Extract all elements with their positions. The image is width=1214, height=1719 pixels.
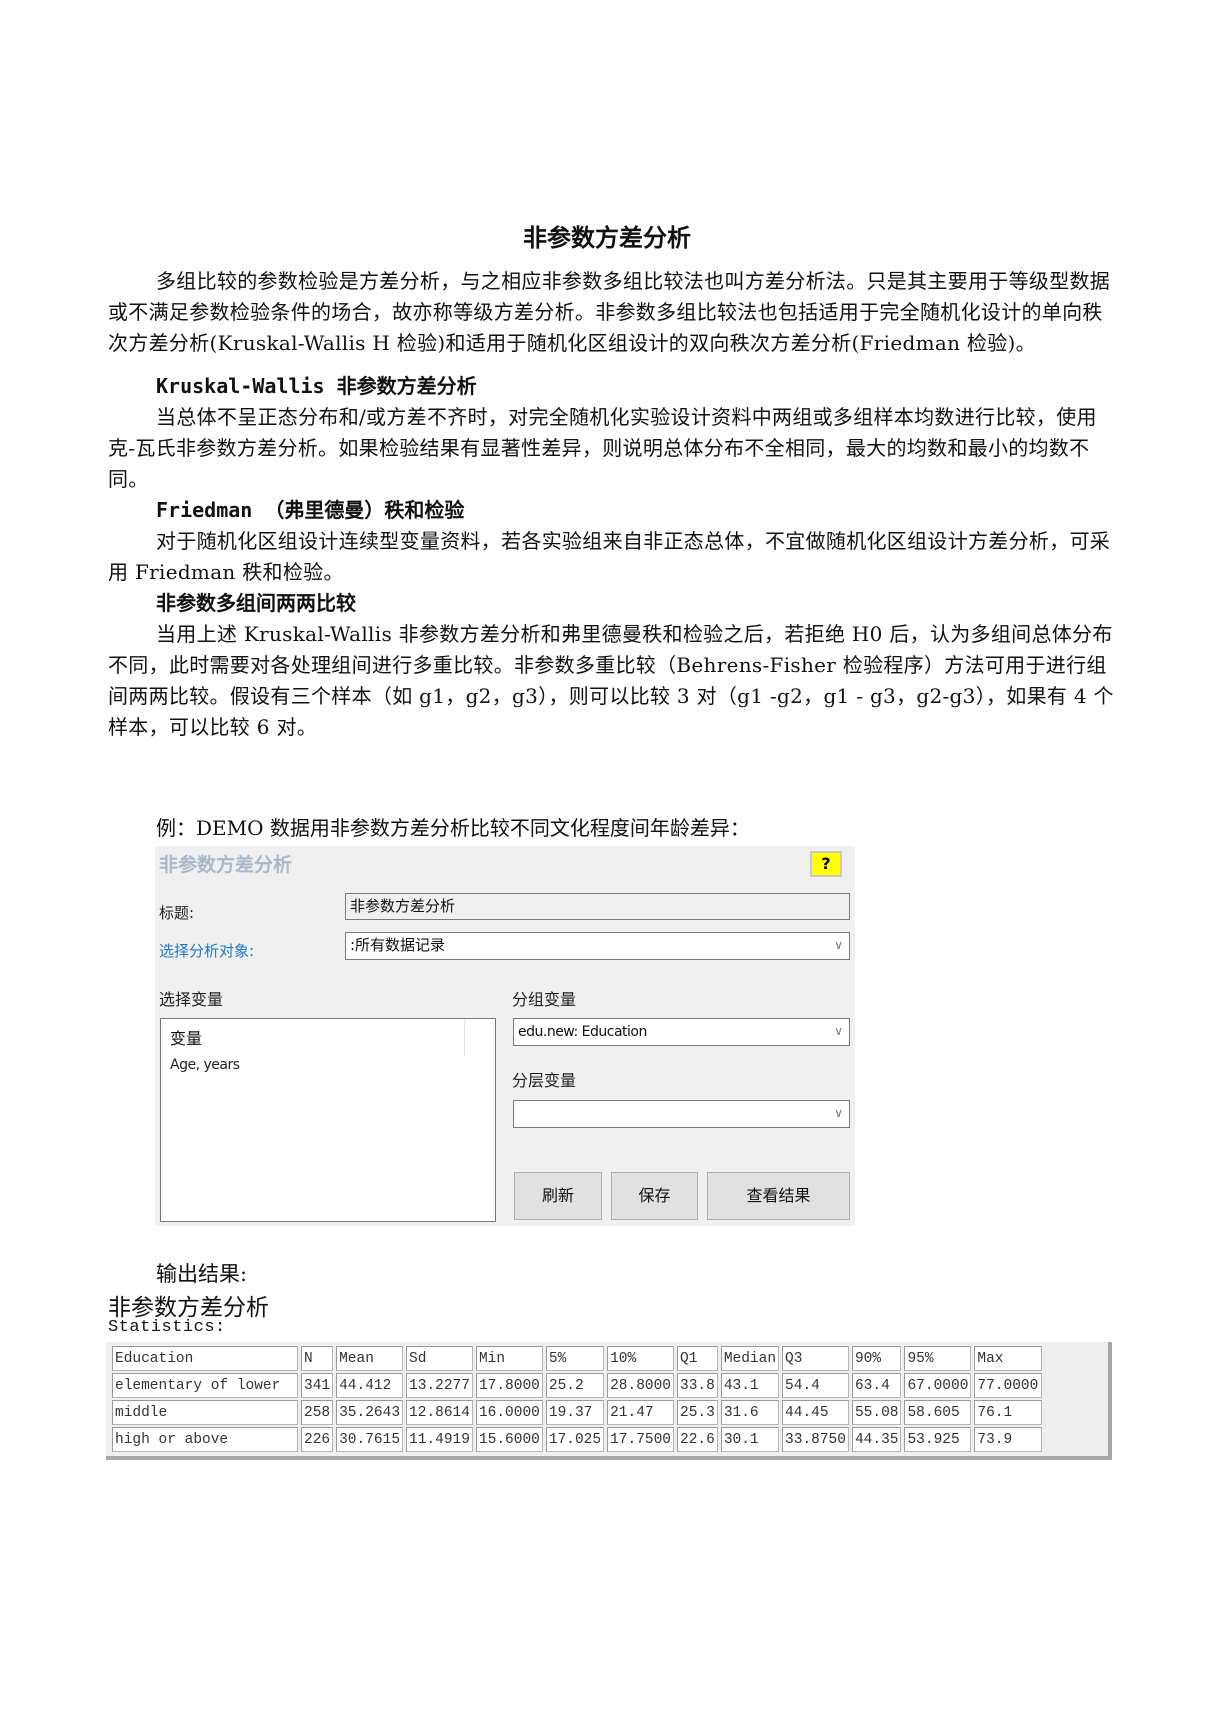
header-cell: Education xyxy=(112,1346,298,1371)
table-cell: 22.6 xyxy=(677,1427,718,1452)
table-cell: 67.0000 xyxy=(904,1373,972,1398)
table-cell: 17.7500 xyxy=(607,1427,675,1452)
target-label[interactable]: 选择分析对象: xyxy=(159,940,254,961)
header-cell: N xyxy=(301,1346,334,1371)
table-cell: 12.8614 xyxy=(406,1400,473,1425)
table-cell: 53.925 xyxy=(904,1427,972,1452)
table-cell: 21.47 xyxy=(607,1400,675,1425)
table-cell: 13.2277 xyxy=(406,1373,473,1398)
nonparametric-anova-dialog: 非参数方差分析 ? 标题: 非参数方差分析 选择分析对象: :所有数据记录 ∨ … xyxy=(155,846,855,1226)
table-cell: 25.3 xyxy=(677,1400,718,1425)
table-cell: 73.9 xyxy=(974,1427,1043,1452)
intro-paragraph: 多组比较的参数检验是方差分析，与之相应非参数多组比较法也叫方差分析法。只是其主要… xyxy=(108,269,1111,355)
output-title: 非参数方差分析 xyxy=(108,1295,269,1321)
chevron-down-icon[interactable]: ∨ xyxy=(834,1019,843,1043)
table-cell: 63.4 xyxy=(851,1373,902,1398)
table-cell: 19.37 xyxy=(545,1400,605,1425)
help-button[interactable]: ? xyxy=(810,851,842,877)
table-cell: 58.605 xyxy=(904,1400,972,1425)
title-field-label: 标题: xyxy=(159,904,195,922)
statistics-label: Statistics: xyxy=(108,1318,226,1337)
statistics-table-container: Education N Mean Sd Min 5% 10% Q1 Median Q3 90% 95%… xyxy=(106,1342,1112,1460)
table-row: elementary of lower 341 44.412 13.2277 17.80… xyxy=(112,1373,1043,1398)
section-heading-friedman: Friedman （弗里德曼）秩和检验 xyxy=(156,495,464,526)
table-cell: 33.8750 xyxy=(782,1427,849,1452)
table-cell: elementary of lower xyxy=(112,1373,298,1398)
refresh-button[interactable]: 刷新 xyxy=(514,1172,602,1220)
variables-list-header: 变量 xyxy=(170,1029,203,1048)
table-cell: 77.0000 xyxy=(974,1373,1043,1398)
heading-cn: （弗里德曼）秩和检验 xyxy=(264,498,465,522)
header-cell: 95% xyxy=(904,1346,972,1371)
variables-label: 选择变量 xyxy=(159,990,224,1009)
view-results-button[interactable]: 查看结果 xyxy=(707,1172,850,1220)
title-input[interactable]: 非参数方差分析 xyxy=(345,893,850,920)
section-heading-kruskal: Kruskal-Wallis 非参数方差分析 xyxy=(156,371,477,402)
table-cell: 11.4919 xyxy=(406,1427,473,1452)
target-select[interactable]: :所有数据记录 ∨ xyxy=(345,932,850,960)
heading-cn: 非参数多组间两两比较 xyxy=(156,591,356,615)
header-cell: Q3 xyxy=(782,1346,849,1371)
header-cell: Median xyxy=(720,1346,780,1371)
section-body-pairwise: 当用上述 Kruskal-Wallis 非参数方差分析和弗里德曼秩和检验之后，若… xyxy=(108,622,1114,739)
strata-variable-select[interactable]: ∨ xyxy=(513,1100,850,1128)
group-variable-label: 分组变量 xyxy=(512,990,577,1009)
table-cell: middle xyxy=(112,1400,298,1425)
header-cell: Min xyxy=(475,1346,543,1371)
table-cell: 226 xyxy=(301,1427,334,1452)
header-cell: 5% xyxy=(545,1346,605,1371)
chevron-down-icon[interactable]: ∨ xyxy=(834,933,843,957)
section-body-friedman: 对于随机化区组设计连续型变量资料，若各实验组来自非正态总体，不宜做随机化区组设计… xyxy=(108,529,1111,584)
table-row: high or above 226 30.7615 11.4919 15.6000 17.… xyxy=(112,1427,1043,1452)
output-label: 输出结果: xyxy=(156,1262,248,1286)
table-cell: 44.412 xyxy=(336,1373,404,1398)
example-caption: 例：DEMO 数据用非参数方差分析比较不同文化程度间年龄差异： xyxy=(156,816,750,840)
chevron-down-icon[interactable]: ∨ xyxy=(834,1101,843,1125)
dialog-title: 非参数方差分析 xyxy=(159,854,293,876)
section-heading-pairwise: 非参数多组间两两比较 xyxy=(156,588,356,619)
table-cell: 31.6 xyxy=(720,1400,780,1425)
header-cell: Sd xyxy=(406,1346,473,1371)
table-cell: 17.025 xyxy=(545,1427,605,1452)
heading-cn: 非参数方差分析 xyxy=(336,374,477,398)
target-select-value: :所有数据记录 xyxy=(350,936,446,954)
table-cell: 15.6000 xyxy=(475,1427,543,1452)
heading-latin: Kruskal-Wallis xyxy=(156,374,337,398)
statistics-table: Education N Mean Sd Min 5% 10% Q1 Median Q3 90% 95%… xyxy=(109,1344,1045,1454)
table-cell: 54.4 xyxy=(782,1373,849,1398)
table-cell: 17.8000 xyxy=(475,1373,543,1398)
table-cell: 35.2643 xyxy=(336,1400,404,1425)
table-cell: 43.1 xyxy=(720,1373,780,1398)
strata-variable-label: 分层变量 xyxy=(512,1071,577,1090)
table-cell: 30.1 xyxy=(720,1427,780,1452)
table-header-row: Education N Mean Sd Min 5% 10% Q1 Median Q3 90% 95%… xyxy=(112,1346,1043,1371)
header-cell: Mean xyxy=(336,1346,404,1371)
table-cell: 16.0000 xyxy=(475,1400,543,1425)
table-cell: 33.8 xyxy=(677,1373,718,1398)
table-cell: high or above xyxy=(112,1427,298,1452)
list-item[interactable]: Age, years xyxy=(170,1057,240,1073)
table-cell: 44.35 xyxy=(851,1427,902,1452)
save-button[interactable]: 保存 xyxy=(611,1172,698,1220)
table-cell: 44.45 xyxy=(782,1400,849,1425)
table-row: middle 258 35.2643 12.8614 16.0000 19.37 21.47… xyxy=(112,1400,1043,1425)
heading-latin: Friedman xyxy=(156,498,265,522)
header-cell: 10% xyxy=(607,1346,675,1371)
variables-listbox[interactable]: 变量 Age, years xyxy=(160,1018,496,1222)
group-variable-value: edu.new: Education xyxy=(518,1024,647,1040)
table-cell: 30.7615 xyxy=(336,1427,404,1452)
header-cell: Q1 xyxy=(677,1346,718,1371)
table-cell: 258 xyxy=(301,1400,334,1425)
column-divider xyxy=(464,1019,465,1055)
page-title: 非参数方差分析 xyxy=(523,224,691,252)
header-cell: Max xyxy=(974,1346,1043,1371)
table-cell: 25.2 xyxy=(545,1373,605,1398)
table-cell: 28.8000 xyxy=(607,1373,675,1398)
section-body-kruskal: 当总体不呈正态分布和/或方差不齐时，对完全随机化实验设计资料中两组或多组样本均数… xyxy=(108,405,1097,491)
table-cell: 341 xyxy=(301,1373,334,1398)
table-cell: 76.1 xyxy=(974,1400,1043,1425)
group-variable-select[interactable]: edu.new: Education ∨ xyxy=(513,1018,850,1046)
header-cell: 90% xyxy=(851,1346,902,1371)
table-cell: 55.08 xyxy=(851,1400,902,1425)
